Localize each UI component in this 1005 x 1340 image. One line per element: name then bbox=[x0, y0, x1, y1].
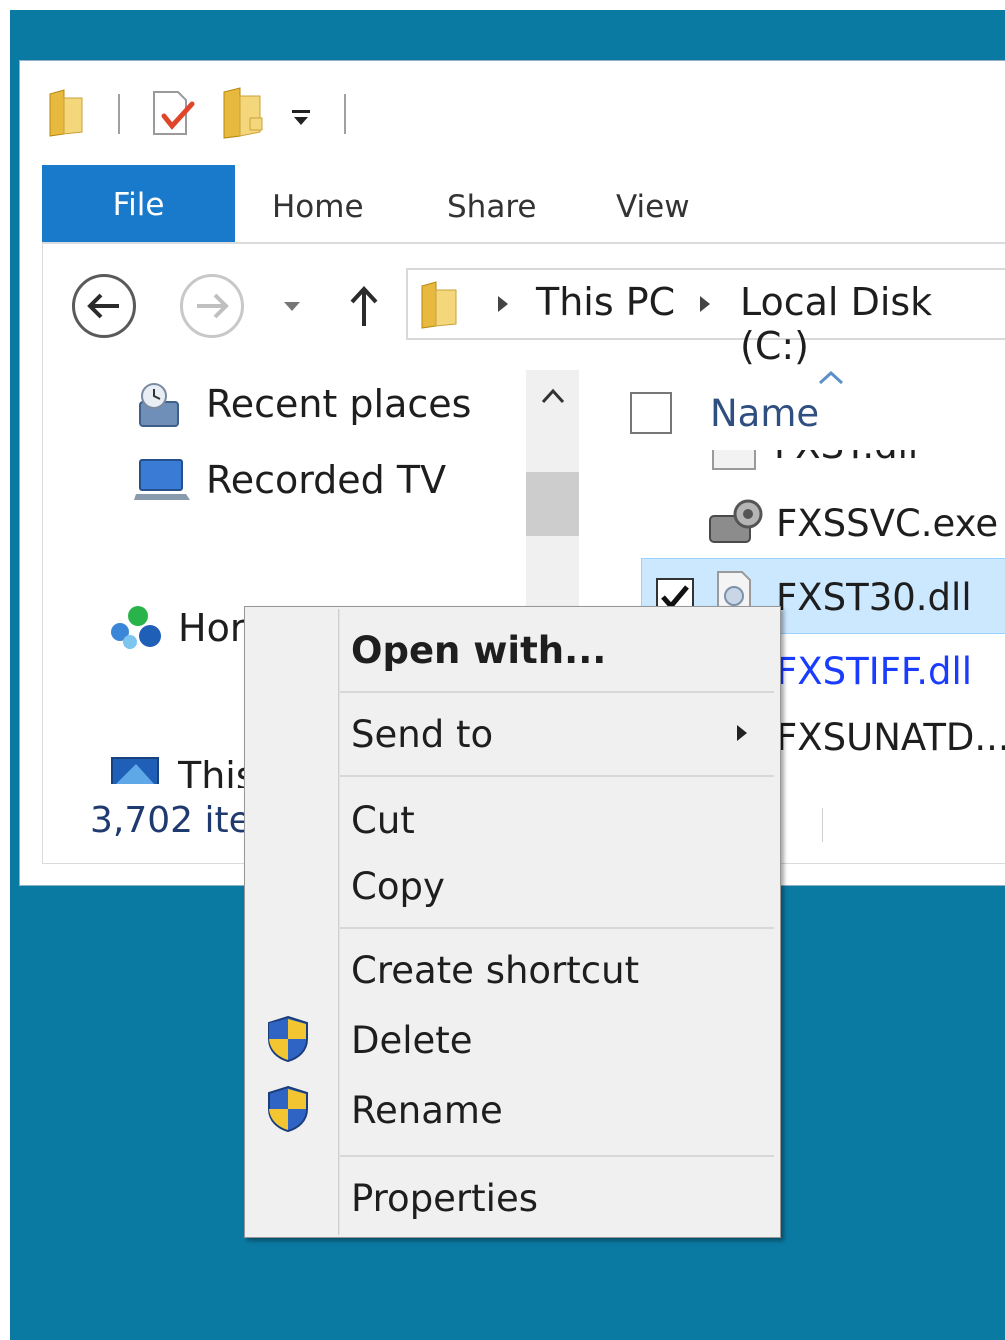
menu-separator bbox=[340, 1155, 774, 1157]
submenu-arrow-icon bbox=[735, 723, 749, 743]
back-arrow-icon bbox=[87, 293, 119, 319]
recorded-tv-icon bbox=[134, 456, 190, 504]
address-bar[interactable]: This PC Local Disk (C:) bbox=[406, 268, 1005, 368]
folder-icon bbox=[418, 280, 460, 330]
status-item-count: 3,702 ite bbox=[90, 800, 251, 841]
up-arrow-icon[interactable] bbox=[346, 284, 382, 328]
menu-item-copy[interactable]: Copy bbox=[351, 865, 445, 908]
menu-item-send-to[interactable]: Send to bbox=[351, 713, 493, 756]
file-item-name[interactable]: FXSSVC.exe bbox=[776, 502, 998, 545]
toolbar-separator bbox=[344, 94, 346, 134]
breadcrumb-chevron-right-icon[interactable] bbox=[496, 294, 510, 314]
nav-pane-scroll-thumb[interactable] bbox=[526, 472, 579, 536]
recent-locations-chevron-down-icon[interactable] bbox=[282, 298, 302, 312]
sort-ascending-icon bbox=[818, 370, 844, 385]
uac-shield-icon bbox=[265, 1015, 311, 1063]
nav-item-recorded-tv[interactable]: Recorded TV bbox=[206, 458, 446, 502]
file-item-name[interactable]: FXSTIFF.dll bbox=[776, 650, 972, 693]
this-pc-icon bbox=[106, 754, 166, 784]
fax-service-icon bbox=[706, 498, 766, 548]
file-item-name[interactable]: FXST30.dll bbox=[776, 576, 972, 619]
menu-separator bbox=[340, 927, 774, 929]
menu-item-delete[interactable]: Delete bbox=[351, 1019, 473, 1062]
select-all-checkbox[interactable] bbox=[630, 392, 672, 434]
nav-item-homegroup[interactable]: Hor bbox=[178, 606, 245, 650]
ribbon-tab-bar: File Home Share View bbox=[42, 165, 1005, 242]
status-bar-divider bbox=[822, 808, 823, 842]
breadcrumb-this-pc[interactable]: This PC bbox=[536, 280, 675, 324]
tab-home[interactable]: Home bbox=[272, 165, 364, 242]
customize-toolbar-dropdown-icon[interactable] bbox=[290, 108, 312, 128]
menu-separator bbox=[340, 775, 774, 777]
new-folder-icon[interactable] bbox=[220, 86, 266, 140]
folder-icon[interactable] bbox=[46, 88, 86, 138]
menu-item-open-with[interactable]: Open with... bbox=[351, 629, 606, 672]
menu-item-create-shortcut[interactable]: Create shortcut bbox=[351, 949, 639, 992]
menu-item-properties[interactable]: Properties bbox=[351, 1177, 538, 1220]
menu-item-rename[interactable]: Rename bbox=[351, 1089, 503, 1132]
recent-places-icon bbox=[134, 380, 186, 432]
menu-separator bbox=[340, 691, 774, 693]
scroll-up-chevron-icon[interactable] bbox=[540, 386, 566, 406]
forward-arrow-icon bbox=[197, 293, 229, 319]
file-item-name[interactable]: FXSUNATD... bbox=[776, 716, 1005, 759]
uac-shield-icon bbox=[265, 1085, 311, 1133]
forward-button[interactable] bbox=[180, 274, 244, 338]
menu-gutter-divider bbox=[338, 609, 340, 1235]
homegroup-icon bbox=[106, 602, 166, 654]
menu-item-cut[interactable]: Cut bbox=[351, 799, 415, 842]
context-menu: Open with... Send to Cut Copy Create sho… bbox=[244, 606, 781, 1238]
breadcrumb-chevron-right-icon[interactable] bbox=[698, 294, 712, 314]
toolbar-separator bbox=[118, 94, 120, 134]
nav-item-recent-places[interactable]: Recent places bbox=[206, 382, 471, 426]
column-header-name[interactable]: Name bbox=[710, 392, 819, 435]
back-button[interactable] bbox=[72, 274, 136, 338]
partial-file-row: FXST.dll bbox=[712, 450, 952, 470]
breadcrumb-local-disk[interactable]: Local Disk (C:) bbox=[740, 280, 1005, 368]
tab-view[interactable]: View bbox=[616, 165, 690, 242]
tab-file[interactable]: File bbox=[42, 165, 235, 242]
tab-share[interactable]: Share bbox=[447, 165, 536, 242]
properties-icon[interactable] bbox=[150, 88, 198, 140]
